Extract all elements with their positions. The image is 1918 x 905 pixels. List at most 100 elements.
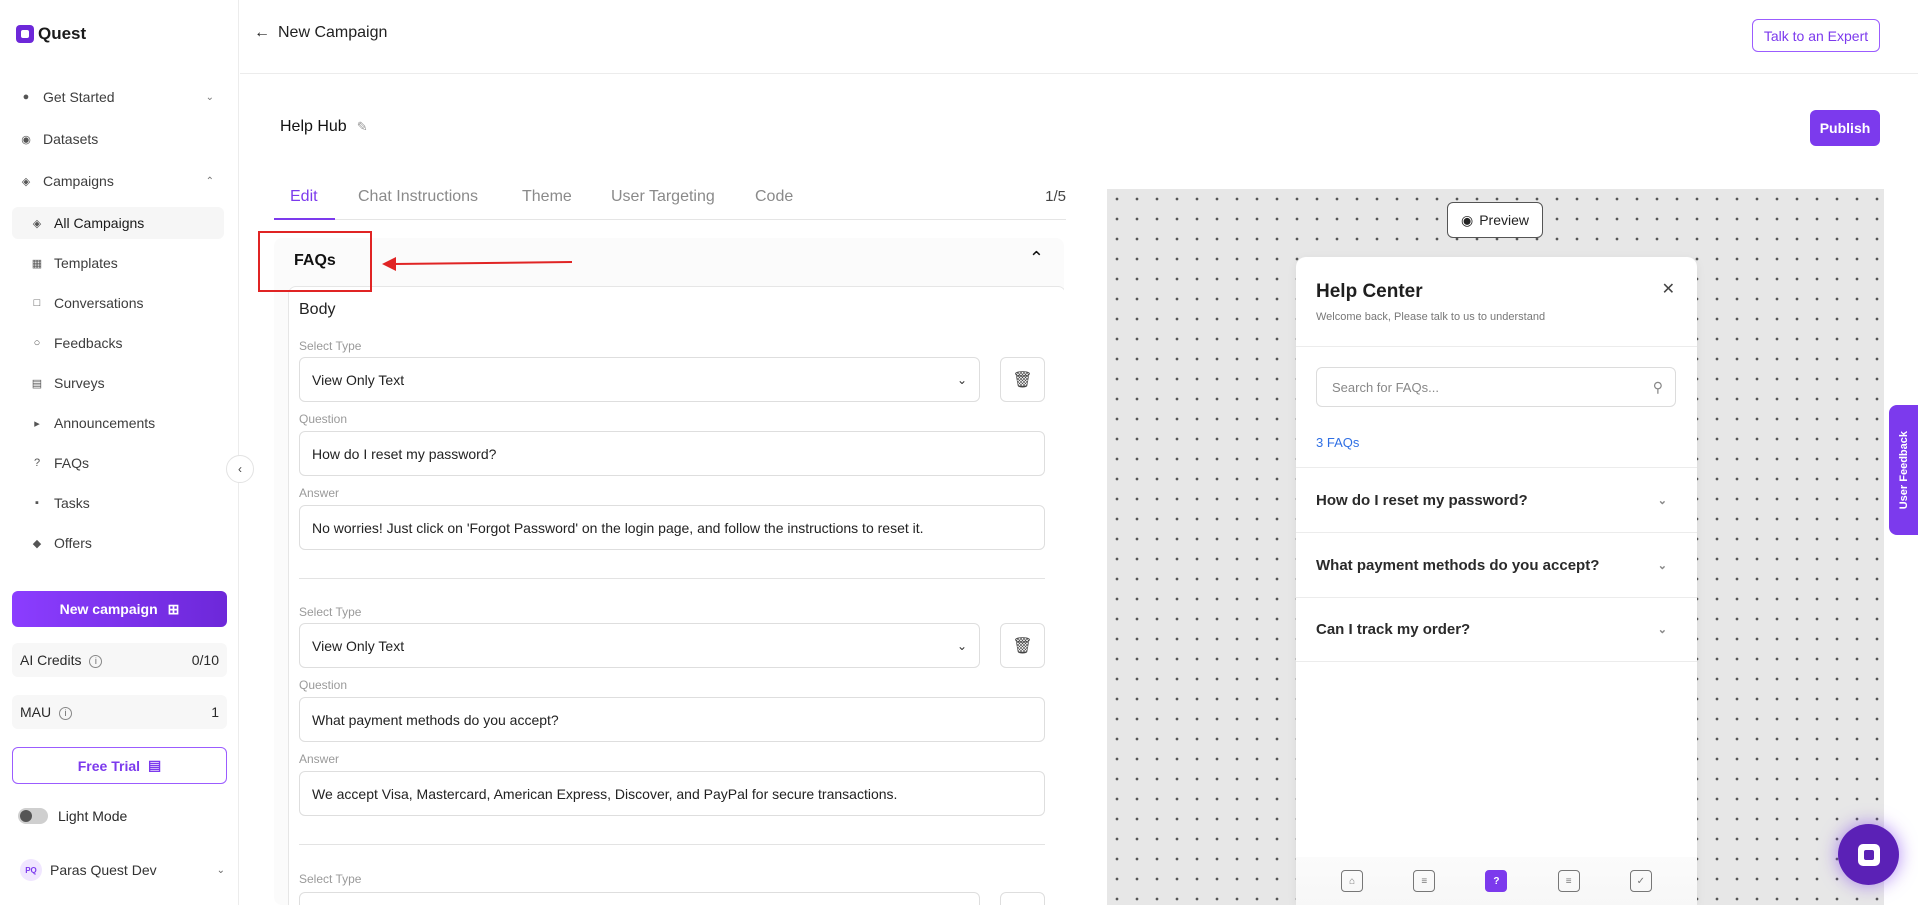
- preview-button[interactable]: ◉ Preview: [1447, 202, 1543, 238]
- sidebar-item-campaigns[interactable]: ◈ Campaigns ⌃: [12, 165, 224, 197]
- light-mode-label: Light Mode: [58, 808, 128, 824]
- select-type-label: Select Type: [299, 339, 362, 353]
- sidebar-item-templates[interactable]: ▦ Templates: [12, 247, 224, 279]
- sidebar-item-surveys[interactable]: ▤ Surveys: [12, 367, 224, 399]
- sidebar-item-get-started[interactable]: ● Get Started ⌄: [12, 81, 224, 113]
- layers-icon: ◈: [32, 217, 42, 230]
- faq-divider: [299, 578, 1045, 579]
- select-type-dropdown[interactable]: View Only Text ⌄: [299, 623, 980, 668]
- sidebar-item-label: Tasks: [54, 495, 90, 511]
- sidebar-item-conversations[interactable]: □ Conversations: [12, 287, 224, 319]
- tab-code[interactable]: Code: [755, 188, 793, 206]
- free-trial-button[interactable]: Free Trial ▤: [12, 747, 227, 784]
- sidebar-item-announcements[interactable]: ▸ Announcements: [12, 407, 224, 439]
- chevron-down-icon: ⌄: [956, 372, 967, 387]
- tab-chat-instructions[interactable]: Chat Instructions: [358, 188, 478, 206]
- grid-icon: ▦: [31, 257, 43, 270]
- clipboard-icon: ▪: [35, 497, 39, 509]
- help-icon[interactable]: ?: [1485, 870, 1508, 892]
- select-type-dropdown[interactable]: [299, 892, 980, 905]
- sidebar-item-label: Feedbacks: [54, 335, 123, 351]
- pencil-icon[interactable]: ✎: [357, 119, 368, 135]
- ai-credits-row: AI Credits i 0/10: [12, 643, 227, 677]
- sidebar-item-faqs[interactable]: ? FAQs: [12, 447, 224, 479]
- info-icon[interactable]: i: [89, 654, 103, 668]
- user-feedback-tab[interactable]: User Feedback: [1889, 405, 1918, 535]
- faq-accordion-item[interactable]: How do I reset my password? ⌄: [1296, 467, 1697, 532]
- delete-faq-button[interactable]: 🗑: [1000, 623, 1045, 668]
- chart-icon: ▤: [31, 377, 43, 390]
- sidebar-item-label: Get Started: [43, 89, 115, 105]
- answer-input[interactable]: We accept Visa, Mastercard, American Exp…: [299, 771, 1045, 816]
- select-type-dropdown[interactable]: View Only Text ⌄: [299, 357, 980, 402]
- widget-divider: [1296, 346, 1697, 347]
- chevron-up-icon[interactable]: ⌃: [1029, 248, 1044, 269]
- sidebar-item-feedbacks[interactable]: ○ Feedbacks: [12, 327, 224, 359]
- quest-launcher-button[interactable]: [1838, 824, 1899, 885]
- chevron-up-icon: ⌃: [205, 175, 214, 187]
- chat-icon[interactable]: ≡: [1413, 870, 1436, 892]
- chevron-down-icon: ⌄: [1657, 624, 1667, 636]
- page-title: Help Hub ✎: [280, 118, 368, 136]
- editor-tabs: Edit Chat Instructions Theme User Target…: [274, 184, 1066, 220]
- sidebar-item-all-campaigns[interactable]: ◈ All Campaigns: [12, 207, 224, 239]
- faq-accordion-item[interactable]: Can I track my order? ⌄: [1296, 597, 1697, 662]
- select-type-label: Select Type: [299, 605, 362, 619]
- info-icon[interactable]: i: [59, 706, 73, 720]
- sidebar-item-label: Surveys: [54, 375, 105, 391]
- page-count: 1/5: [1045, 188, 1066, 205]
- collapse-sidebar-button[interactable]: ‹: [226, 455, 254, 483]
- trash-icon: 🗑: [1012, 637, 1033, 655]
- faq-count: 3 FAQs: [1316, 435, 1360, 450]
- quest-logo-icon: [1857, 843, 1880, 866]
- chevron-down-icon: ⌄: [1657, 494, 1667, 507]
- question-input[interactable]: How do I reset my password?: [299, 431, 1045, 476]
- publish-button[interactable]: Publish: [1810, 110, 1880, 146]
- sidebar-item-tasks[interactable]: ▪ Tasks: [12, 487, 224, 519]
- user-name: Paras Quest Dev: [50, 862, 157, 878]
- sidebar-item-label: Templates: [54, 255, 118, 271]
- logo[interactable]: Quest: [16, 24, 86, 44]
- talk-to-expert-button[interactable]: Talk to an Expert: [1752, 19, 1880, 52]
- body-label: Body: [299, 301, 336, 318]
- card-icon: ▤: [148, 757, 162, 773]
- chevron-left-icon: ‹: [238, 462, 242, 476]
- help-center-widget: Help Center Welcome back, Please talk to…: [1296, 257, 1697, 905]
- eye-icon: ◉: [1460, 211, 1474, 228]
- back-button[interactable]: ← New Campaign: [254, 24, 387, 42]
- answer-input[interactable]: No worries! Just click on 'Forgot Passwo…: [299, 505, 1045, 550]
- new-campaign-button[interactable]: New campaign ⊞: [12, 591, 227, 627]
- sidebar-item-datasets[interactable]: ◉ Datasets: [12, 123, 224, 155]
- chevron-down-icon: ⌄: [216, 864, 225, 876]
- tab-theme[interactable]: Theme: [522, 188, 572, 206]
- sidebar-item-offers[interactable]: ◆ Offers: [12, 527, 224, 559]
- question-input[interactable]: What payment methods do you accept?: [299, 697, 1045, 742]
- user-feedback-label: User Feedback: [1897, 430, 1910, 510]
- home-icon[interactable]: ⌂: [1341, 870, 1364, 892]
- back-label: New Campaign: [278, 24, 388, 41]
- delete-faq-button[interactable]: [1000, 892, 1045, 905]
- select-type-label: Select Type: [299, 872, 362, 886]
- chat-icon: □: [33, 297, 41, 309]
- answer-label: Answer: [299, 486, 340, 500]
- sidebar-item-label: Announcements: [54, 415, 156, 431]
- user-menu[interactable]: PQ Paras Quest Dev ⌄: [20, 859, 225, 881]
- new-campaign-label: New campaign: [59, 601, 158, 617]
- preview-button-label: Preview: [1479, 212, 1529, 228]
- delete-faq-button[interactable]: 🗑: [1000, 357, 1045, 402]
- faq-question: How do I reset my password?: [1316, 491, 1528, 509]
- widget-bottom-nav: ⌂ ≡ ? ≡ ✓: [1296, 857, 1697, 905]
- close-icon[interactable]: ✕: [1662, 279, 1675, 299]
- tab-edit[interactable]: Edit: [290, 188, 318, 206]
- sidebar-item-label: All Campaigns: [54, 215, 145, 231]
- sidebar-item-label: Campaigns: [43, 173, 114, 189]
- light-mode-toggle-row: Light Mode: [18, 808, 127, 824]
- faq-search-input[interactable]: Search for FAQs... ⚲: [1316, 367, 1676, 407]
- faq-accordion-item[interactable]: What payment methods do you accept? ⌄: [1296, 532, 1697, 597]
- light-mode-toggle[interactable]: [18, 808, 48, 824]
- free-trial-label: Free Trial: [77, 757, 141, 774]
- annotation-highlight-box: [258, 231, 372, 292]
- clipboard-icon[interactable]: ✓: [1629, 870, 1652, 892]
- news-icon[interactable]: ≡: [1557, 870, 1580, 892]
- tab-user-targeting[interactable]: User Targeting: [611, 188, 715, 206]
